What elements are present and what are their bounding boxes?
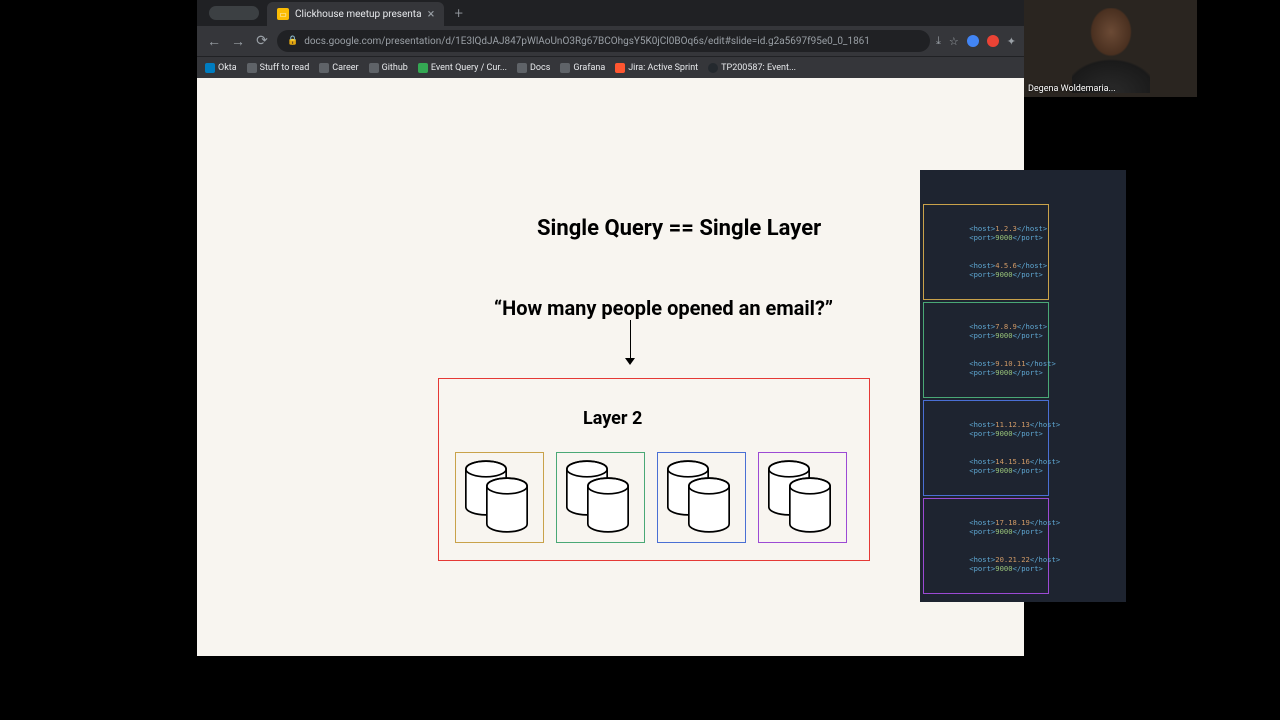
tab-title: Clickhouse meetup presenta bbox=[295, 9, 422, 20]
lock-icon: 🔒 bbox=[287, 36, 298, 46]
bookmark-jira[interactable]: Jira: Active Sprint bbox=[615, 63, 698, 73]
close-icon[interactable]: × bbox=[428, 7, 435, 22]
xml-config-panel: <host>1.2.3</host> <port>9000</port> <ho… bbox=[920, 170, 1126, 602]
back-button[interactable]: ← bbox=[205, 33, 223, 50]
bookmark-okta[interactable]: Okta bbox=[205, 63, 237, 73]
bookmark-docs[interactable]: Docs bbox=[517, 63, 550, 73]
mouse-cursor-icon: ◣ bbox=[1182, 493, 1191, 507]
slide-title: Single Query == Single Layer bbox=[537, 216, 821, 241]
arrow-icon bbox=[627, 320, 635, 368]
install-icon[interactable]: ⤓ bbox=[936, 34, 941, 48]
forward-button[interactable]: → bbox=[229, 33, 247, 50]
webcam-person bbox=[1072, 8, 1150, 93]
slides-icon: ▭ bbox=[277, 8, 289, 20]
content-area: Single Query == Single Layer “How many p… bbox=[197, 78, 1024, 720]
layer-label: Layer 2 bbox=[583, 408, 642, 429]
bookmark-career[interactable]: Career bbox=[319, 63, 358, 73]
browser-tab[interactable]: ▭ Clickhouse meetup presenta × bbox=[267, 2, 444, 26]
webcam-overlay: Degena Woldemaria... bbox=[1024, 0, 1197, 97]
extensions-icon[interactable]: ✦ bbox=[1007, 35, 1016, 48]
reload-button[interactable]: ⟳ bbox=[253, 33, 271, 49]
address-bar-row: ← → ⟳ 🔒 docs.google.com/presentation/d/1… bbox=[197, 26, 1024, 56]
shard-group bbox=[455, 452, 847, 543]
webcam-name: Degena Woldemaria... bbox=[1028, 84, 1116, 94]
extension-1-icon[interactable] bbox=[967, 35, 979, 47]
bookmark-grafana[interactable]: Grafana bbox=[560, 63, 605, 73]
bookmark-github[interactable]: Github bbox=[369, 63, 408, 73]
shard-3 bbox=[657, 452, 746, 543]
address-actions: ⤓ ☆ ✦ bbox=[936, 34, 1016, 48]
address-bar[interactable]: 🔒 docs.google.com/presentation/d/1E3lQdJ… bbox=[277, 30, 930, 52]
url-text: docs.google.com/presentation/d/1E3lQdJAJ… bbox=[304, 36, 870, 47]
shard-1 bbox=[455, 452, 544, 543]
bookmarks-bar: Okta Stuff to read Career Github Event Q… bbox=[197, 56, 1024, 78]
bookmark-stuff[interactable]: Stuff to read bbox=[247, 63, 310, 73]
browser-window: ▭ Clickhouse meetup presenta × + ← → ⟳ 🔒… bbox=[197, 0, 1024, 720]
window-controls[interactable] bbox=[209, 6, 259, 20]
extension-2-icon[interactable] bbox=[987, 35, 999, 47]
slide-question: “How many people opened an email?” bbox=[494, 296, 833, 320]
bookmark-tp[interactable]: TP200587: Event... bbox=[708, 63, 796, 73]
new-tab-button[interactable]: + bbox=[444, 4, 472, 22]
shard-4 bbox=[758, 452, 847, 543]
presentation-slide: Single Query == Single Layer “How many p… bbox=[197, 78, 1024, 656]
star-icon[interactable]: ☆ bbox=[949, 35, 959, 48]
bookmark-event[interactable]: Event Query / Cur... bbox=[418, 63, 507, 73]
tab-bar: ▭ Clickhouse meetup presenta × + bbox=[197, 0, 1024, 26]
shard-2 bbox=[556, 452, 645, 543]
